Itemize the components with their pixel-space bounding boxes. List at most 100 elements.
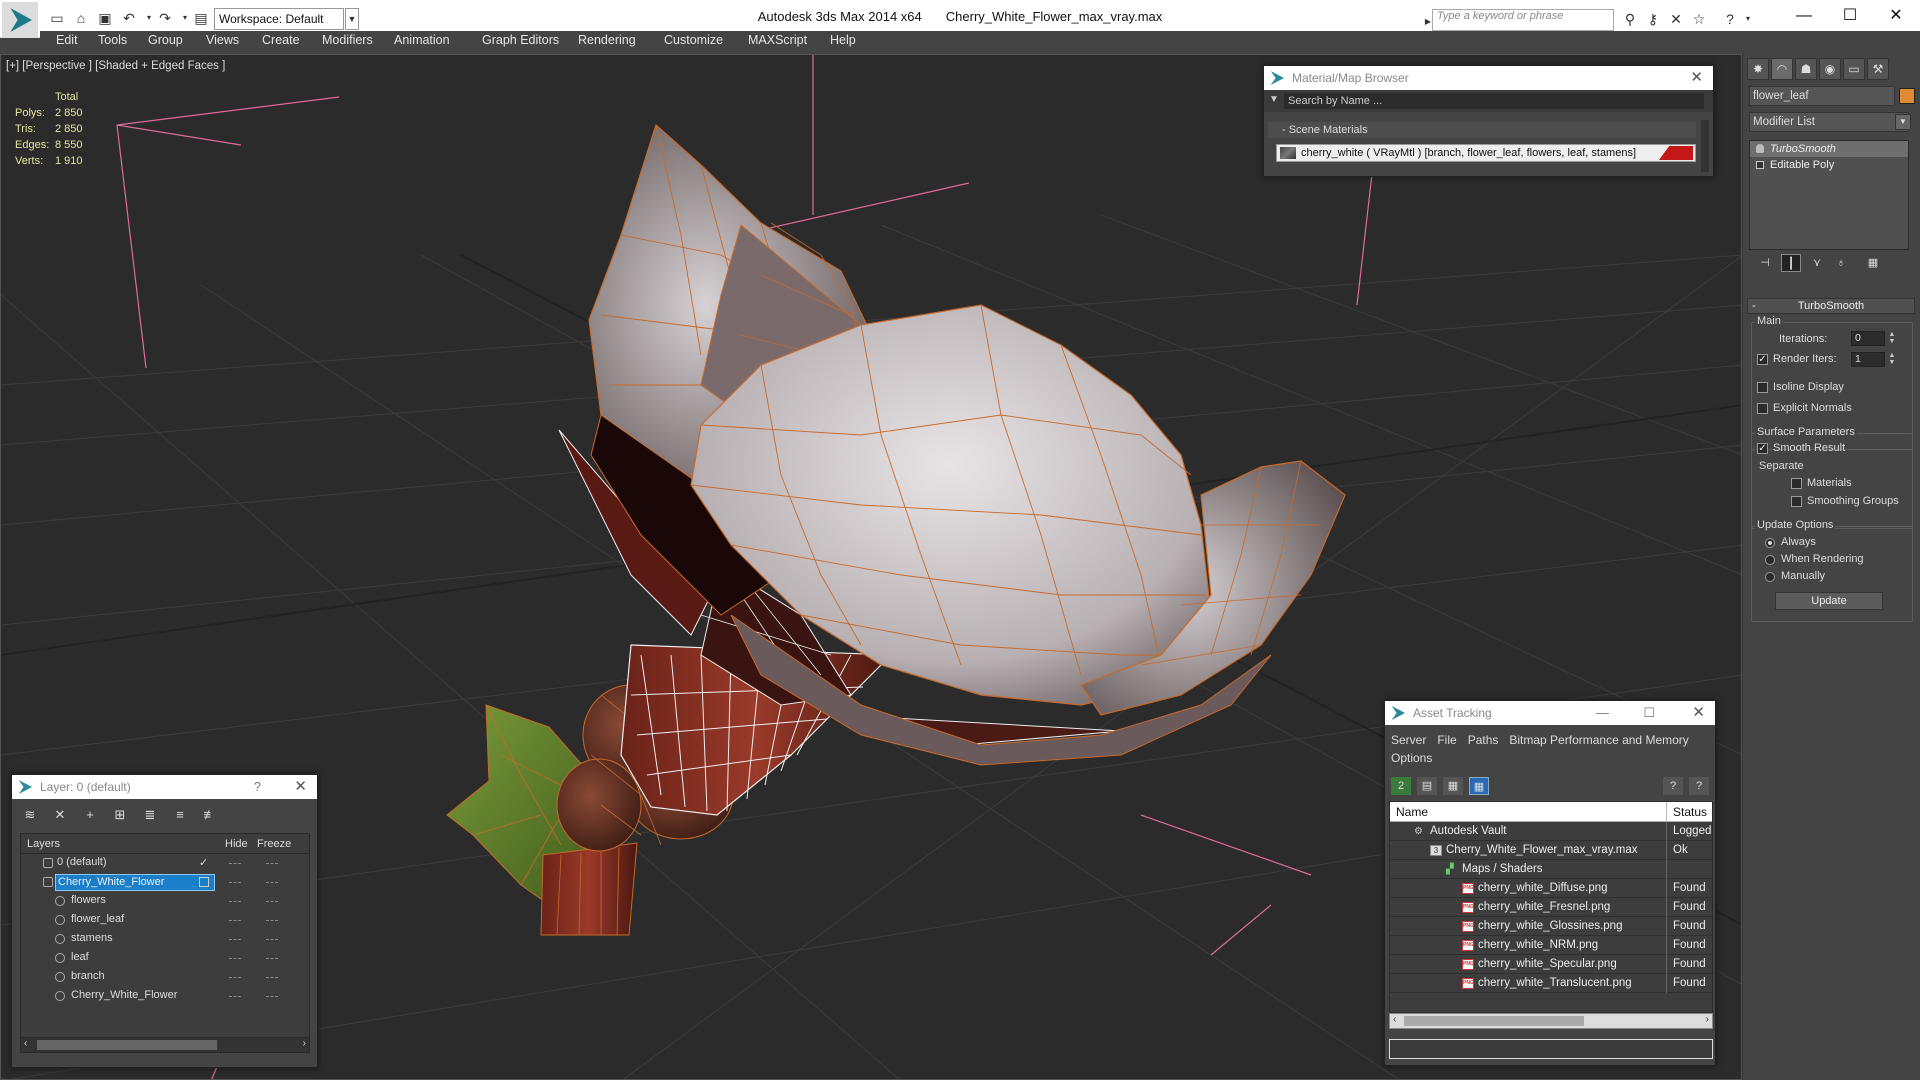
render-iters-spinner[interactable]: 1 bbox=[1851, 352, 1885, 367]
freeze-toggle[interactable] bbox=[266, 920, 278, 921]
chevron-down-icon[interactable]: ▼ bbox=[1895, 114, 1911, 130]
asset-horizontal-scrollbar[interactable]: ‹ › bbox=[1389, 1013, 1713, 1029]
layer-row[interactable]: flowers bbox=[21, 892, 309, 911]
new-file-icon[interactable]: ▭ bbox=[48, 9, 66, 27]
close-icon[interactable]: ✕ bbox=[294, 775, 307, 799]
always-radio[interactable] bbox=[1765, 538, 1775, 548]
rollout-turbosmooth[interactable]: - TurboSmooth bbox=[1747, 298, 1915, 314]
layer-stack-icon[interactable]: ≋ bbox=[20, 805, 40, 825]
spinner-arrows-icon[interactable]: ▲ ▼ bbox=[1887, 352, 1897, 367]
when-rendering-radio[interactable] bbox=[1765, 555, 1775, 565]
thumbnail-view-icon[interactable]: ▦ bbox=[1443, 777, 1463, 795]
col-name[interactable]: Name bbox=[1396, 805, 1428, 819]
app-menu-button[interactable] bbox=[2, 2, 38, 38]
material-scrollbar[interactable] bbox=[1701, 120, 1709, 172]
hide-toggle[interactable] bbox=[229, 882, 241, 883]
menu-edit[interactable]: Edit bbox=[56, 33, 78, 47]
materials-checkbox[interactable] bbox=[1791, 478, 1802, 489]
undo-icon[interactable]: ↶ bbox=[120, 9, 138, 27]
menu-paths[interactable]: Paths bbox=[1468, 733, 1499, 747]
asset-row[interactable]: 3 Cherry_White_Flower_max_vray.max Ok bbox=[1390, 841, 1712, 860]
utilities-tab-icon[interactable]: ⚒ bbox=[1867, 58, 1889, 80]
options-triangle-icon[interactable]: ▼ bbox=[1269, 94, 1279, 105]
delete-icon[interactable]: ✕ bbox=[50, 805, 70, 825]
pin-stack-icon[interactable]: ⊣ bbox=[1755, 254, 1775, 272]
add-selection-icon[interactable]: ⊞ bbox=[110, 805, 130, 825]
menu-help[interactable]: Help bbox=[830, 33, 856, 47]
asset-row[interactable]: PNG cherry_white_NRM.png Found bbox=[1390, 936, 1712, 955]
col-status[interactable]: Status bbox=[1666, 802, 1707, 822]
active-layer-check-icon[interactable]: ✓ bbox=[199, 854, 208, 873]
menu-options[interactable]: Options bbox=[1391, 751, 1432, 765]
save-file-icon[interactable]: ▣ bbox=[96, 9, 114, 27]
highlight-layer-icon[interactable]: ≡ bbox=[170, 805, 190, 825]
scroll-right-icon[interactable]: › bbox=[303, 1038, 306, 1049]
layer-name[interactable]: Cherry_White_Flower bbox=[55, 874, 215, 891]
select-objects-icon[interactable]: ≣ bbox=[140, 805, 160, 825]
close-icon[interactable]: ✕ bbox=[1874, 4, 1918, 28]
minimize-icon[interactable]: — bbox=[1782, 4, 1826, 28]
spinner-arrows-icon[interactable]: ▲ ▼ bbox=[1887, 331, 1897, 346]
motion-tab-icon[interactable]: ◉ bbox=[1819, 58, 1841, 80]
scroll-right-icon[interactable]: › bbox=[1706, 1014, 1709, 1025]
asset-row[interactable]: PNG cherry_white_Fresnel.png Found bbox=[1390, 898, 1712, 917]
freeze-toggle[interactable] bbox=[266, 939, 278, 940]
asset-tracking-titlebar[interactable]: Asset Tracking — ☐ ✕ bbox=[1385, 701, 1715, 725]
freeze-toggle[interactable] bbox=[266, 958, 278, 959]
smoothing-groups-checkbox[interactable] bbox=[1791, 496, 1802, 507]
asset-row[interactable]: PNG cherry_white_Translucent.png Found bbox=[1390, 974, 1712, 993]
hide-toggle[interactable] bbox=[229, 920, 241, 921]
iterations-spinner[interactable]: 0 bbox=[1851, 331, 1885, 346]
layer-window-titlebar[interactable]: Layer: 0 (default) ? ✕ bbox=[12, 775, 317, 799]
menu-create[interactable]: Create bbox=[262, 33, 300, 47]
binoculars-icon[interactable]: ⚲ bbox=[1620, 9, 1640, 29]
maximize-icon[interactable]: ☐ bbox=[1828, 4, 1872, 28]
scroll-left-icon[interactable]: ‹ bbox=[24, 1038, 27, 1049]
menu-file[interactable]: File bbox=[1437, 733, 1456, 747]
close-icon[interactable]: ✕ bbox=[1690, 66, 1703, 90]
hierarchy-tab-icon[interactable]: ☗ bbox=[1795, 58, 1817, 80]
table-view-icon[interactable]: ▦ bbox=[1469, 777, 1489, 795]
help-icon[interactable]: ? bbox=[1663, 777, 1683, 795]
layer-row[interactable]: flower_leaf bbox=[21, 911, 309, 930]
hide-toggle[interactable] bbox=[229, 901, 241, 902]
layer-row[interactable]: Cherry_White_Flower bbox=[21, 987, 309, 1006]
subscription-key-icon[interactable]: ⚷ bbox=[1643, 9, 1663, 29]
object-name[interactable]: leaf bbox=[69, 950, 91, 967]
display-tab-icon[interactable]: ▭ bbox=[1843, 58, 1865, 80]
hide-toggle[interactable] bbox=[229, 977, 241, 978]
asset-row[interactable]: ⚙ Autodesk Vault Logged O bbox=[1390, 822, 1712, 841]
make-unique-icon[interactable]: ⋎ bbox=[1807, 254, 1827, 272]
hide-toggle[interactable] bbox=[229, 939, 241, 940]
help-icon[interactable]: ? bbox=[254, 775, 261, 799]
col-hide[interactable]: Hide bbox=[225, 838, 248, 850]
lightbulb-icon[interactable] bbox=[1756, 144, 1764, 153]
col-layers[interactable]: Layers bbox=[27, 838, 60, 850]
smooth-result-checkbox[interactable]: ✓ bbox=[1757, 443, 1768, 454]
asset-row[interactable]: PNG cherry_white_Glossines.png Found bbox=[1390, 917, 1712, 936]
menu-modifiers[interactable]: Modifiers bbox=[322, 33, 373, 47]
asset-row[interactable]: PNG cherry_white_Specular.png Found bbox=[1390, 955, 1712, 974]
hide-toggle[interactable] bbox=[229, 958, 241, 959]
render-iters-checkbox[interactable]: ✓ bbox=[1757, 354, 1768, 365]
redo-icon[interactable]: ↷ bbox=[156, 9, 174, 27]
workspace-select[interactable]: Workspace: Default bbox=[214, 8, 344, 30]
favorites-star-icon[interactable]: ☆ bbox=[1689, 9, 1709, 29]
modifier-list-dropdown[interactable]: Modifier List bbox=[1749, 112, 1909, 132]
maximize-icon[interactable]: ☐ bbox=[1643, 701, 1655, 725]
create-tab-icon[interactable]: ✸ bbox=[1747, 58, 1769, 80]
freeze-toggle[interactable] bbox=[266, 977, 278, 978]
menu-rendering[interactable]: Rendering bbox=[578, 33, 636, 47]
layer-horizontal-scrollbar[interactable]: ‹ › bbox=[20, 1037, 310, 1053]
add-layer-icon[interactable]: + bbox=[80, 805, 100, 825]
asset-row[interactable]: ▞ Maps / Shaders bbox=[1390, 860, 1712, 879]
hide-toggle[interactable] bbox=[229, 996, 241, 997]
layer-name[interactable]: 0 (default) bbox=[55, 855, 109, 872]
context-help-icon[interactable]: ? bbox=[1689, 777, 1709, 795]
stack-item-turbosmooth[interactable]: TurboSmooth bbox=[1750, 141, 1908, 157]
help-icon[interactable]: ? bbox=[1720, 9, 1740, 29]
refresh-icon[interactable]: 2 bbox=[1391, 777, 1411, 795]
material-search-input[interactable]: Search by Name ... bbox=[1284, 93, 1704, 109]
freeze-toggle[interactable] bbox=[266, 996, 278, 997]
modify-tab-icon[interactable]: ◠ bbox=[1771, 58, 1793, 80]
